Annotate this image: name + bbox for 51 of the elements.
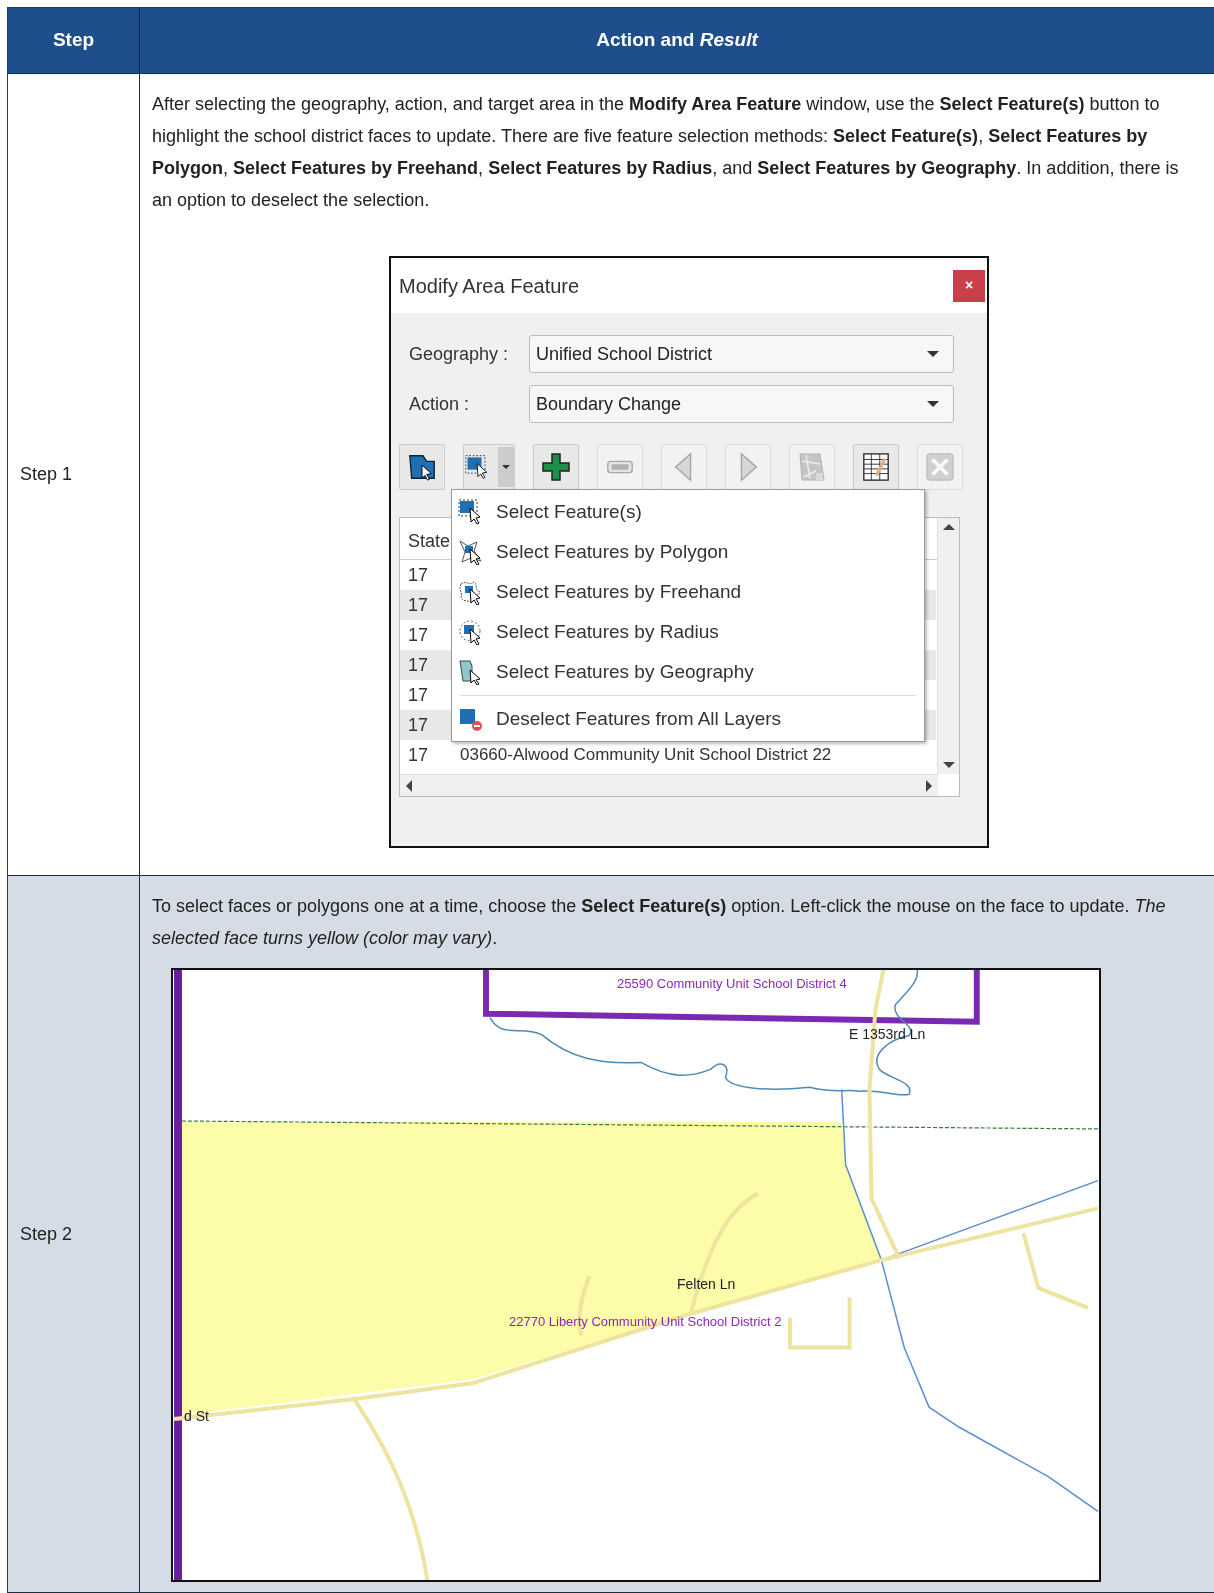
- table-icon: [861, 452, 891, 482]
- dropdown-arrow-icon: [927, 351, 939, 357]
- menu-item[interactable]: Select Features by Freehand: [458, 572, 918, 612]
- instruction-text: After selecting the geography, action, and target area in the Modify Area Feature window, use the Select Feature(s) button to highlight the school district faces to update. There are five feature selection methods: Select Feature(s), Select Features by Polygon, Select Features by Freehand, Select Features by Radius, and Select Features by Geography. In addition, there is an option to deselect the selection.: [152, 93, 1180, 212]
- district-label: 22770 Liberty Community Unit School District 2: [509, 1313, 782, 1331]
- menu-item[interactable]: Select Feature(s): [458, 492, 918, 532]
- field-label: Action :: [408, 392, 471, 416]
- plus-icon: [540, 451, 572, 483]
- right-arrow-icon: [926, 779, 932, 792]
- district-label: 25590 Community Unit School District 4: [617, 975, 847, 993]
- menu-item[interactable]: Select Features by Geography: [458, 652, 918, 692]
- toolbar-button[interactable]: [399, 444, 445, 490]
- field-label: Geography :: [408, 342, 510, 366]
- left-arrow-icon: [406, 779, 412, 792]
- road-label: E 1353rd Ln: [849, 1025, 926, 1044]
- step-label: Step 1: [20, 463, 73, 486]
- instruction-text: To select faces or polygons one at a time, choose the Select Feature(s) option. Left-click the mouse on the face to update. The selected face turns yellow (color may vary).: [152, 895, 1167, 950]
- road-label: Felten Ln: [677, 1275, 736, 1294]
- up-arrow-icon: [942, 524, 955, 530]
- column-heading: Action and Result: [596, 28, 758, 53]
- column-heading: Step: [52, 28, 95, 53]
- column-heading: State: [407, 530, 451, 553]
- vertical-scrollbar[interactable]: [937, 518, 959, 774]
- table-cell-text: 03660-Alwood Community Unit School District 22: [460, 744, 832, 767]
- map-icon: [796, 451, 828, 483]
- toolbar-button[interactable]: [853, 444, 899, 490]
- menu-item[interactable]: Deselect Features from All Layers: [458, 699, 918, 739]
- select-tool-icon: [458, 539, 484, 565]
- select-tool-icon: [458, 706, 484, 732]
- table-cell-text: 17: [408, 743, 430, 767]
- table-cell-text: 17: [408, 653, 430, 677]
- select-tool-icon: [458, 619, 484, 645]
- step-label: Step 2: [20, 1222, 73, 1246]
- toolbar-button[interactable]: [533, 444, 579, 490]
- select-by-shape-icon: [407, 452, 437, 482]
- table-cell-text: 17: [408, 563, 430, 587]
- table-cell-text: 17: [408, 713, 430, 737]
- table-cell-text: 17: [408, 593, 430, 617]
- dropdown[interactable]: Boundary Change: [529, 385, 954, 423]
- close-button[interactable]: ×: [953, 269, 985, 302]
- down-arrow-icon: [942, 762, 955, 768]
- horizontal-scrollbar[interactable]: [400, 774, 938, 796]
- dialog-title: Modify Area Feature: [399, 273, 580, 299]
- road-label: d St: [184, 1407, 209, 1426]
- table-cell-text: 17: [408, 683, 430, 707]
- dropdown-arrow-icon: [927, 401, 939, 407]
- table-cell-text: 17: [408, 623, 430, 647]
- x-box-icon: [925, 452, 955, 482]
- menu-item[interactable]: Select Features by Radius: [458, 612, 918, 652]
- dropdown[interactable]: Unified School District: [529, 335, 954, 373]
- menu-item[interactable]: Select Features by Polygon: [458, 532, 918, 572]
